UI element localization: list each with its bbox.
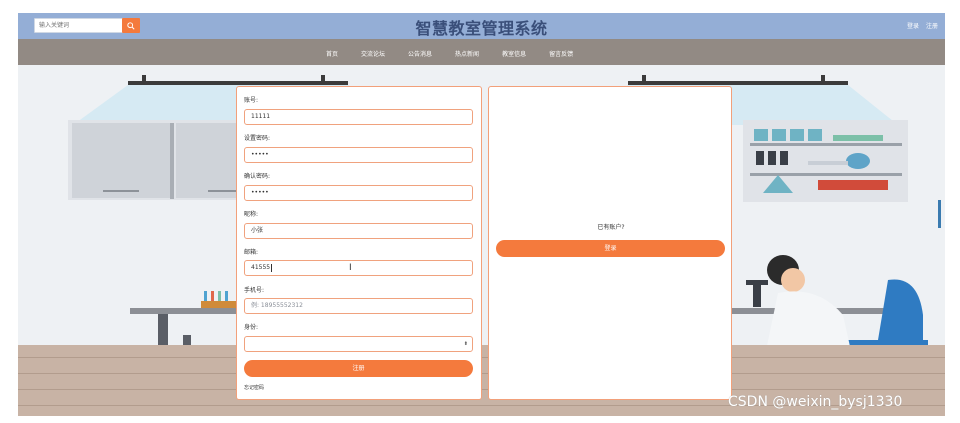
nav-item-forum[interactable]: 交流论坛 — [361, 49, 385, 58]
account-input[interactable]: 11111 — [244, 109, 473, 125]
nickname-label: 昵称: — [244, 211, 259, 218]
have-account-text: 已有账户? — [597, 224, 625, 231]
register-link[interactable]: 注册 — [926, 23, 938, 30]
login-link[interactable]: 登录 — [907, 23, 919, 30]
site-title: 智慧教室管理系统 — [415, 19, 548, 38]
role-select[interactable]: ⬍ — [244, 336, 473, 352]
phone-label: 手机号: — [244, 287, 265, 294]
top-header: 智慧教室管理系统 登录 注册 — [18, 13, 945, 39]
nav-item-news[interactable]: 热点新闻 — [455, 49, 479, 58]
nav-item-feedback[interactable]: 留言反馈 — [549, 49, 573, 58]
password-input[interactable]: ••••• — [244, 147, 473, 163]
nav-item-announcements[interactable]: 公告消息 — [408, 49, 432, 58]
auth-links: 登录 注册 — [902, 21, 938, 30]
nav-item-home[interactable]: 首页 — [326, 49, 338, 58]
main-nav: 首页 交流论坛 公告消息 热点新闻 教室信息 留言反馈 — [18, 39, 945, 65]
login-button[interactable]: 登录 — [496, 240, 725, 257]
role-label: 身份: — [244, 324, 259, 331]
nav-item-classrooms[interactable]: 教室信息 — [502, 49, 526, 58]
page-frame: 智慧教室管理系统 登录 注册 首页 交流论坛 公告消息 热点新闻 教室信息 留言… — [18, 13, 945, 416]
nickname-input[interactable]: 小张 — [244, 223, 473, 239]
register-button[interactable]: 注册 — [244, 360, 473, 377]
confirm-password-input[interactable]: ••••• — [244, 185, 473, 201]
login-side-panel: 已有账户? 登录 — [488, 86, 732, 400]
email-value: 41555 — [251, 264, 271, 271]
nav-list: 首页 交流论坛 公告消息 热点新闻 教室信息 留言反馈 — [326, 49, 596, 58]
email-label: 邮箱: — [244, 249, 259, 256]
forgot-password-link[interactable]: 忘记密码 — [244, 384, 264, 391]
csdn-watermark: CSDN @weixin_bysj1330 — [728, 394, 903, 410]
ibeam-cursor-icon: I — [349, 263, 352, 273]
email-input[interactable]: 41555 I — [244, 260, 473, 276]
text-cursor — [271, 263, 273, 272]
updown-arrow-icon: ⬍ — [463, 341, 468, 347]
password-label: 设置密码: — [244, 135, 271, 142]
phone-input[interactable]: 例: 18955552312 — [244, 298, 473, 314]
confirm-password-label: 确认密码: — [244, 173, 271, 180]
register-form-panel: 账号: 11111 设置密码: ••••• 确认密码: ••••• 昵称: 小张… — [236, 86, 482, 400]
account-label: 账号: — [244, 97, 259, 104]
